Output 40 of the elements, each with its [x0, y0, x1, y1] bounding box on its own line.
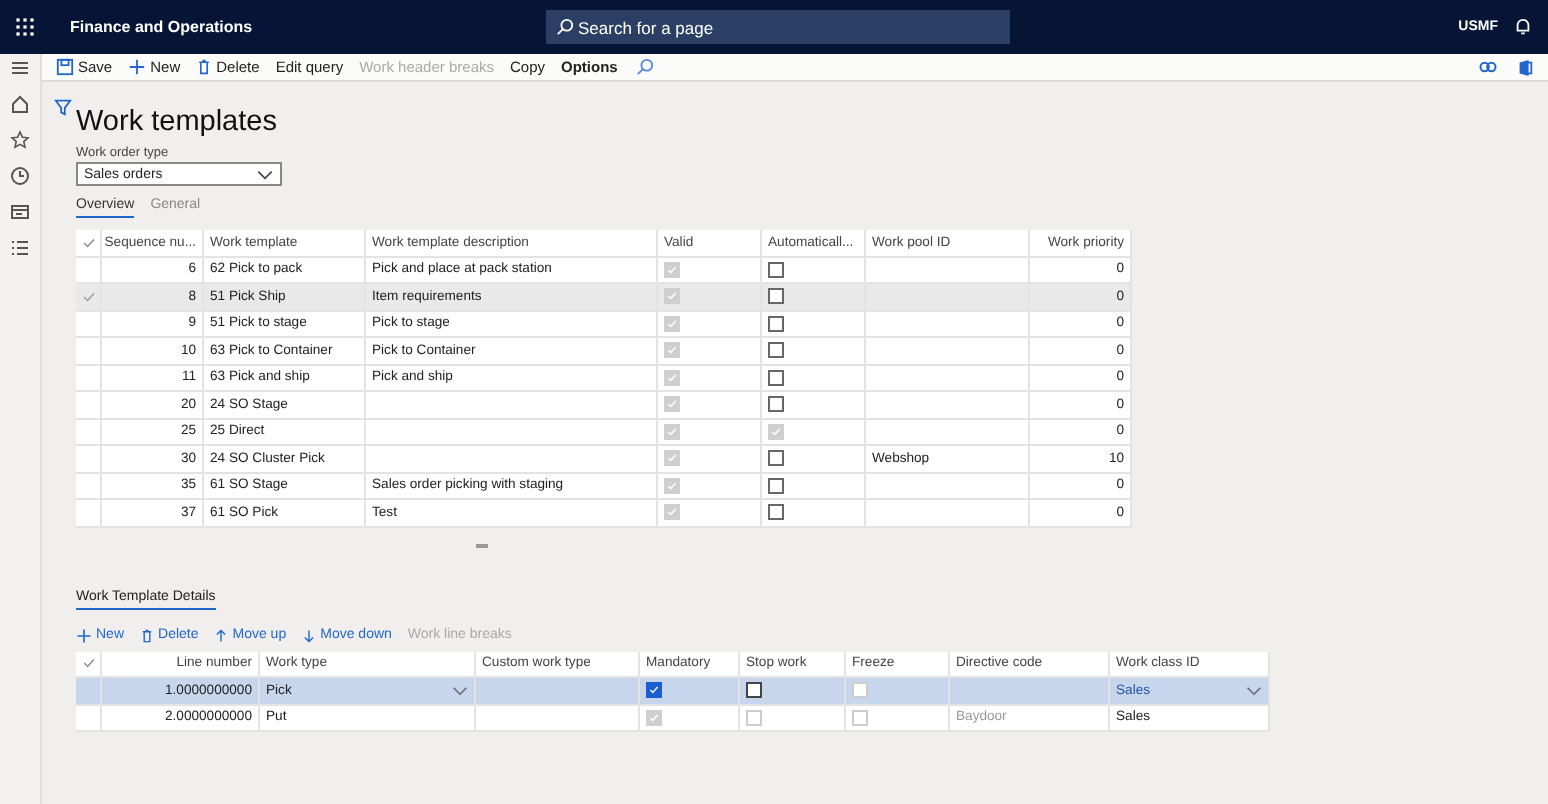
search-icon[interactable]	[635, 58, 654, 76]
checkbox[interactable]	[768, 369, 784, 386]
checkbox[interactable]	[768, 288, 784, 305]
star-icon[interactable]	[10, 130, 30, 150]
clock-icon[interactable]	[10, 166, 30, 186]
bell-icon[interactable]	[1514, 18, 1532, 36]
checkbox[interactable]	[768, 396, 784, 413]
checkbox[interactable]	[768, 315, 784, 332]
checkbox[interactable]	[768, 342, 784, 359]
checkbox[interactable]	[768, 261, 784, 278]
checkbox[interactable]	[746, 682, 762, 699]
checkbox[interactable]	[646, 682, 662, 699]
app-title: Finance and Operations	[70, 18, 255, 36]
workspace-icon[interactable]	[10, 202, 30, 222]
app-launcher-icon[interactable]	[16, 17, 36, 37]
link-icon[interactable]	[1478, 60, 1498, 74]
trash-icon	[196, 58, 213, 76]
menu-icon[interactable]	[10, 58, 30, 78]
chevron-down-icon[interactable]	[1246, 685, 1262, 696]
splitter-handle[interactable]	[476, 544, 488, 548]
home-icon[interactable]	[10, 94, 30, 114]
plus-icon	[76, 627, 92, 643]
chevron-down-icon	[256, 169, 274, 179]
checkbox[interactable]	[768, 477, 784, 494]
page-title: Work templates	[76, 106, 279, 138]
checkbox[interactable]	[768, 504, 784, 521]
save-icon	[56, 58, 74, 76]
filter-icon[interactable]	[54, 98, 72, 116]
checkbox[interactable]	[768, 450, 784, 467]
search-field[interactable]: Search for a page	[546, 10, 1010, 44]
office-icon[interactable]	[1516, 57, 1534, 77]
trash-icon	[140, 627, 155, 643]
select-all-checkmark-icon[interactable]	[81, 235, 95, 250]
select-all-checkmark-icon[interactable]	[81, 656, 95, 671]
arrow-down-icon	[302, 627, 317, 643]
chevron-down-icon[interactable]	[452, 685, 468, 696]
plus-icon	[128, 58, 147, 76]
arrow-up-icon	[214, 627, 229, 643]
list-icon[interactable]	[10, 238, 30, 258]
row-checkmark-icon[interactable]	[81, 289, 95, 304]
